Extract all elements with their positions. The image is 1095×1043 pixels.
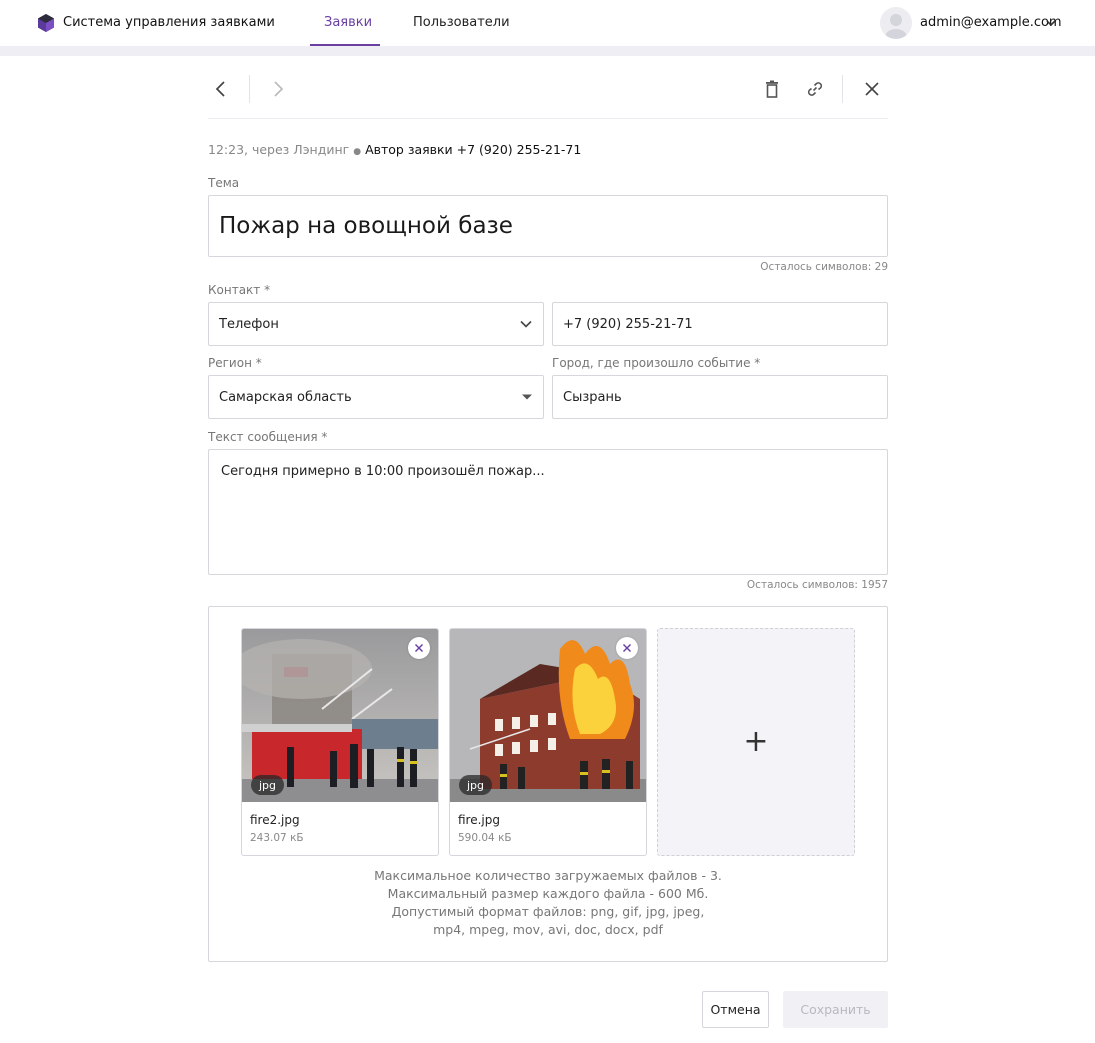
app-header: Система управления заявками Заявки Польз…: [0, 0, 1095, 46]
close-icon: [623, 644, 631, 652]
toolbar-separator: [249, 75, 250, 103]
tab-users[interactable]: Пользователи: [413, 15, 510, 30]
forward-button[interactable]: [264, 75, 292, 103]
toolbar-separator: [842, 75, 843, 103]
upload-rule-line: mp4, mpeg, mov, avi, doc, docx, pdf: [433, 922, 663, 937]
subject-value: Пожар на овощной базе: [219, 213, 513, 239]
save-button[interactable]: Сохранить: [783, 991, 888, 1028]
contact-value: +7 (920) 255-21-71: [563, 316, 693, 332]
file-size: 243.07 кБ: [250, 832, 304, 844]
upload-rule-line: Допустимый формат файлов: png, gif, jpg,…: [391, 904, 705, 919]
request-author: Автор заявки +7 (920) 255-21-71: [365, 142, 582, 157]
remove-attachment-button[interactable]: [408, 637, 430, 659]
user-email[interactable]: admin@example.com: [920, 15, 1062, 30]
tab-requests[interactable]: Заявки: [324, 15, 372, 30]
chevron-down-icon: [520, 320, 532, 328]
file-size: 590.04 кБ: [458, 832, 512, 844]
subject-label: Тема: [208, 176, 240, 190]
subject-char-counter: Осталось символов: 29: [760, 261, 888, 273]
file-name: fire2.jpg: [250, 813, 300, 827]
contact-value-input[interactable]: +7 (920) 255-21-71: [552, 302, 888, 346]
caret-down-icon: [522, 394, 532, 400]
close-icon: [865, 82, 879, 96]
meta-separator: ●: [353, 147, 362, 157]
cancel-button[interactable]: Отмена: [702, 991, 769, 1028]
toolbar-divider: [208, 118, 888, 119]
city-value: Сызрань: [563, 389, 622, 405]
app-logo-icon: [38, 14, 54, 32]
delete-button[interactable]: [758, 75, 786, 103]
attachment-card[interactable]: jpg fire2.jpg 243.07 кБ: [241, 628, 439, 856]
file-type-badge: jpg: [251, 775, 285, 795]
file-type-badge: jpg: [459, 775, 493, 795]
app-title: Система управления заявками: [63, 15, 275, 30]
upload-rule-line: Максимальный размер каждого файла - 600 …: [387, 886, 709, 901]
contact-type-select[interactable]: Телефон: [208, 302, 544, 346]
upload-rules: Максимальное количество загружаемых файл…: [209, 867, 887, 939]
copy-link-button[interactable]: [801, 75, 829, 103]
region-label: Регион *: [208, 356, 262, 370]
chevron-right-icon: [274, 81, 284, 97]
upload-rule-line: Максимальное количество загружаемых файл…: [374, 868, 722, 883]
trash-icon: [766, 80, 778, 98]
city-input[interactable]: Сызрань: [552, 375, 888, 419]
request-time-source: 12:23, через Лэндинг: [208, 142, 350, 157]
remove-attachment-button[interactable]: [616, 637, 638, 659]
message-label: Текст сообщения *: [208, 430, 328, 444]
attachments-panel: jpg fire2.jpg 243.07 кБ jpg fire.jpg 590…: [208, 606, 888, 962]
region-select[interactable]: Самарская область: [208, 375, 544, 419]
user-avatar-icon: [885, 14, 907, 39]
plus-icon: +: [743, 724, 769, 759]
chevron-left-icon: [215, 81, 225, 97]
attachment-card[interactable]: jpg fire.jpg 590.04 кБ: [449, 628, 647, 856]
link-icon: [807, 82, 823, 96]
file-name: fire.jpg: [458, 813, 500, 827]
message-char-counter: Осталось символов: 1957: [746, 579, 888, 591]
contact-type-value: Телефон: [219, 316, 279, 332]
close-icon: [415, 644, 423, 652]
back-button[interactable]: [207, 75, 235, 103]
city-label: Город, где произошло событие *: [552, 356, 761, 370]
contact-label: Контакт *: [208, 283, 271, 297]
subject-input[interactable]: Пожар на овощной базе: [208, 195, 888, 257]
header-divider: [0, 46, 1095, 56]
add-attachment-button[interactable]: +: [657, 628, 855, 856]
user-avatar[interactable]: [880, 7, 912, 39]
chevron-down-icon[interactable]: [1044, 16, 1058, 30]
region-value: Самарская область: [219, 389, 352, 405]
message-textarea[interactable]: Сегодня примерно в 10:00 произошёл пожар…: [208, 449, 888, 575]
close-button[interactable]: [858, 75, 886, 103]
request-meta: 12:23, через Лэндинг ● Автор заявки +7 (…: [208, 142, 581, 157]
message-value: Сегодня примерно в 10:00 произошёл пожар…: [221, 464, 545, 479]
